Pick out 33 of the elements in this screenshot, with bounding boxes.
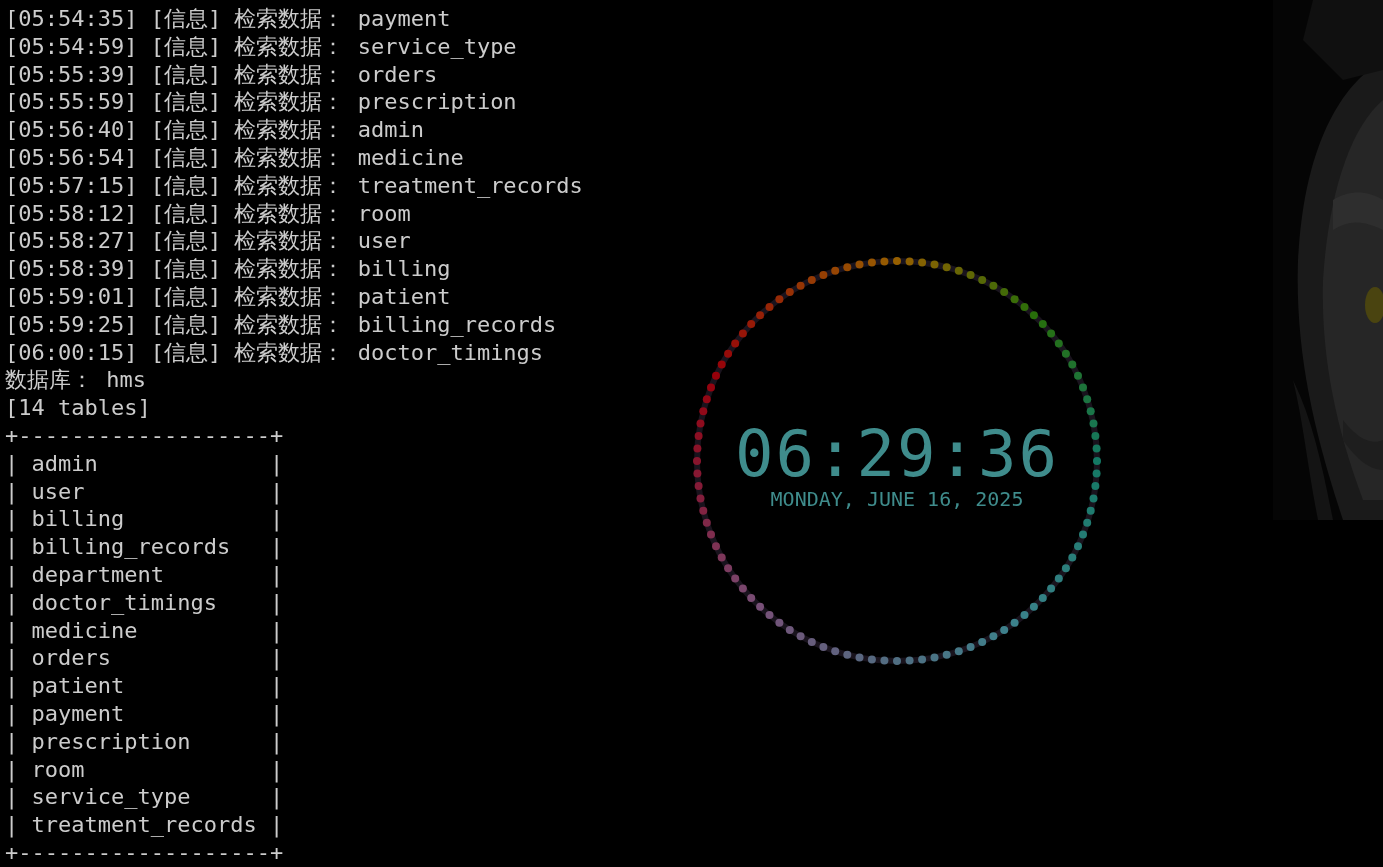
terminal-line: | billing | (5, 505, 284, 534)
terminal-line: | payment | (5, 699, 284, 728)
terminal-line: [05:56:40] [信息] 检索数据： admin (5, 116, 424, 144)
terminal-line: [05:55:39] [信息] 检索数据： orders (5, 60, 438, 89)
terminal-line: | treatment_records | (5, 811, 284, 839)
clock-date: MONDAY, JUNE 16, 2025 (770, 488, 1024, 510)
terminal-line: [05:54:35] [信息] 检索数据： payment (5, 5, 451, 33)
terminal-line: | patient | (5, 672, 284, 700)
terminal-line: [05:59:01] [信息] 检索数据： patient (5, 282, 451, 311)
terminal-line: [14 tables] (5, 394, 151, 422)
terminal-line: +-------------------+ (5, 838, 284, 867)
terminal-line: | admin | (5, 449, 284, 478)
terminal-line: [05:54:59] [信息] 检索数据： service_type (5, 32, 517, 61)
terminal-line: | medicine | (5, 616, 284, 645)
terminal-line: 数据库： hms (5, 366, 146, 395)
terminal-line: [05:57:15] [信息] 检索数据： treatment_records (5, 171, 583, 200)
terminal-line: | doctor_timings | (5, 588, 284, 617)
terminal-line: | department | (5, 560, 284, 589)
terminal-line: [05:55:59] [信息] 检索数据： prescription (5, 88, 517, 117)
terminal-line: [05:56:54] [信息] 检索数据： medicine (5, 144, 464, 172)
terminal-line: [05:59:25] [信息] 检索数据： billing_records (5, 310, 557, 339)
terminal-line: | billing_records | (5, 533, 284, 561)
terminal-line: | prescription | (5, 727, 284, 756)
terminal-line: | user | (5, 477, 284, 506)
terminal-line: | orders | (5, 644, 284, 673)
terminal-line: +-------------------+ (5, 421, 284, 450)
terminal-line: [05:58:12] [信息] 检索数据： room (5, 199, 411, 228)
terminal-line: | room | (5, 755, 284, 784)
terminal-line: [05:58:27] [信息] 检索数据： user (5, 227, 411, 256)
terminal-line: [06:00:15] [信息] 检索数据： doctor_timings (5, 338, 544, 367)
terminal-line: | service_type | (5, 783, 284, 812)
clock-time: 06:29:36 (734, 420, 1060, 488)
terminal-line: [05:58:39] [信息] 检索数据： billing (5, 255, 451, 283)
